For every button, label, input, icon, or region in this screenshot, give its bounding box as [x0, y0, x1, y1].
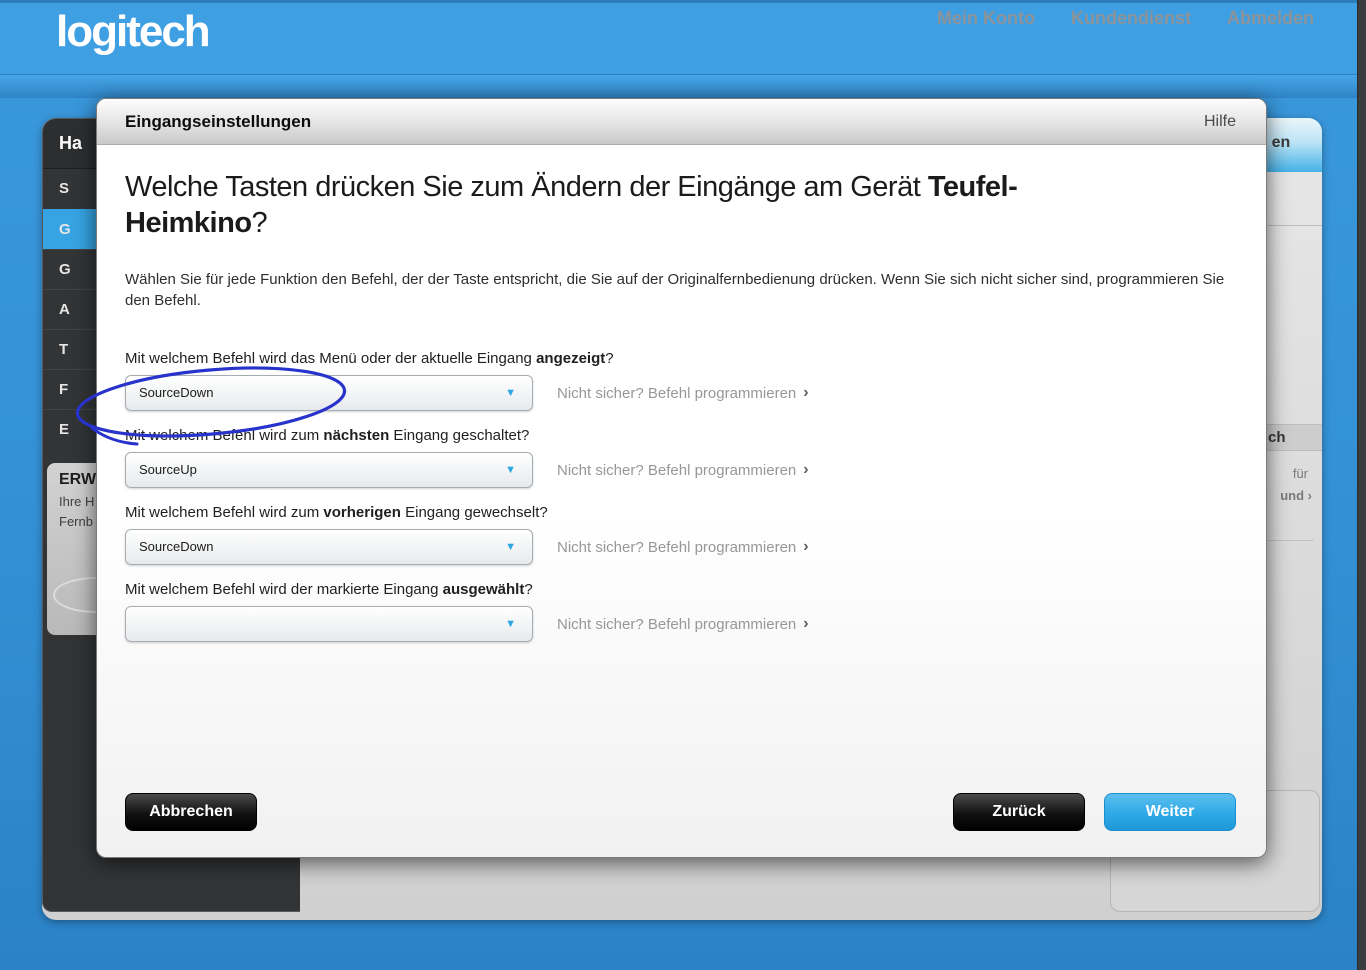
heading-device-name: Teufel-	[928, 171, 1017, 203]
dialog-header: Eingangseinstellungen Hilfe	[97, 99, 1266, 145]
help-link[interactable]: Hilfe	[1204, 99, 1236, 145]
question-label: Mit welchem Befehl wird der markierte Ei…	[125, 580, 1240, 600]
heading-text: Welche Tasten drücken Sie zum Ändern der…	[125, 171, 928, 203]
logitech-logo: logitech	[56, 7, 209, 57]
dialog-description: Wählen Sie für jede Funktion den Befehl,…	[125, 269, 1233, 311]
question-control: SourceDown ▼ Nicht sicher? Befehl progra…	[125, 375, 1240, 411]
top-nav: Mein Konto Kundendienst Abmelden	[937, 8, 1314, 29]
chevron-right-icon: ›	[803, 461, 808, 479]
question-label: Mit welchem Befehl wird zum vorherigen E…	[125, 503, 1240, 523]
back-button[interactable]: Zurück	[953, 793, 1085, 831]
question-label: Mit welchem Befehl wird zum nächsten Ein…	[125, 426, 1240, 446]
program-command-link[interactable]: Nicht sicher? Befehl programmieren ›	[557, 461, 809, 479]
top-bar: logitech Mein Konto Kundendienst Abmelde…	[0, 0, 1366, 95]
right-edge-bar	[1357, 0, 1366, 970]
dialog-title: Eingangseinstellungen	[125, 99, 311, 145]
link-abmelden[interactable]: Abmelden	[1227, 8, 1314, 29]
heading-device-name: Heimkino	[125, 207, 252, 239]
question-row-select-input: Mit welchem Befehl wird der markierte Ei…	[125, 580, 1240, 642]
question-row-previous-input: Mit welchem Befehl wird zum vorherigen E…	[125, 503, 1240, 565]
top-bar-strip	[0, 74, 1366, 98]
selected-command: SourceDown	[139, 530, 213, 564]
question-control: SourceDown ▼ Nicht sicher? Befehl progra…	[125, 529, 1240, 565]
dropdown-arrow-icon: ▼	[505, 607, 516, 641]
heading-text: ?	[252, 207, 268, 239]
question-row-show-input: Mit welchem Befehl wird das Menü oder de…	[125, 349, 1240, 411]
link-mein-konto[interactable]: Mein Konto	[937, 8, 1035, 29]
program-command-link[interactable]: Nicht sicher? Befehl programmieren ›	[557, 538, 809, 556]
dropdown-arrow-icon: ▼	[505, 376, 516, 410]
next-button[interactable]: Weiter	[1104, 793, 1236, 831]
dropdown-arrow-icon: ▼	[505, 453, 516, 487]
question-control: ▼ Nicht sicher? Befehl programmieren ›	[125, 606, 1240, 642]
question-label: Mit welchem Befehl wird das Menü oder de…	[125, 349, 1240, 369]
question-row-next-input: Mit welchem Befehl wird zum nächsten Ein…	[125, 426, 1240, 488]
question-control: SourceUp ▼ Nicht sicher? Befehl programm…	[125, 452, 1240, 488]
link-kundendienst[interactable]: Kundendienst	[1071, 8, 1191, 29]
command-select-select-input[interactable]: ▼	[125, 606, 533, 642]
selected-command: SourceDown	[139, 376, 213, 410]
dialog-heading: Welche Tasten drücken Sie zum Ändern der…	[125, 169, 1240, 241]
question-rows: Mit welchem Befehl wird das Menü oder de…	[125, 349, 1240, 657]
chevron-right-icon: ›	[803, 615, 808, 633]
chevron-right-icon: ›	[803, 538, 808, 556]
dropdown-arrow-icon: ▼	[505, 530, 516, 564]
program-command-link[interactable]: Nicht sicher? Befehl programmieren ›	[557, 615, 809, 633]
program-command-link[interactable]: Nicht sicher? Befehl programmieren ›	[557, 384, 809, 402]
app-root: en ch für und › Ha S G G A T F E ERW Ihr…	[0, 0, 1366, 970]
input-settings-dialog: Eingangseinstellungen Hilfe Welche Taste…	[96, 98, 1267, 858]
command-select-show-input[interactable]: SourceDown ▼	[125, 375, 533, 411]
chevron-right-icon: ›	[803, 384, 808, 402]
cancel-button[interactable]: Abbrechen	[125, 793, 257, 831]
command-select-previous-input[interactable]: SourceDown ▼	[125, 529, 533, 565]
command-select-next-input[interactable]: SourceUp ▼	[125, 452, 533, 488]
selected-command: SourceUp	[139, 453, 197, 487]
